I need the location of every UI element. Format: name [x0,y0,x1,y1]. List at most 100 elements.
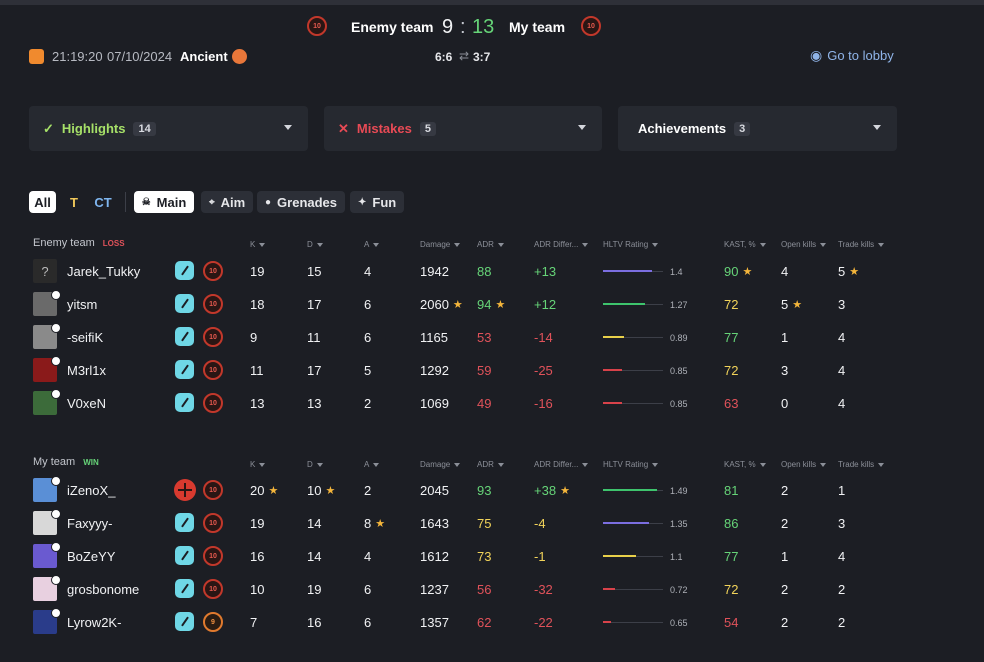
table-row[interactable]: ? Jarek_Tukky 10 19 15 4 1942 88 +13 1.4 90 ★ 4 5 ★ [0,255,984,288]
assists: 4 [364,540,371,573]
hltv-rating: 1.27 [670,299,688,310]
player-name[interactable]: iZenoX_ [67,474,115,507]
deaths-value: 17 [307,363,322,378]
kast: 77 [724,540,738,573]
player-name[interactable]: Faxyyy- [67,507,113,540]
my-team-name: My team [33,456,76,468]
tab-grenades[interactable]: ● Grenades [257,191,346,213]
kast-value: 86 [724,516,739,531]
player-name[interactable]: -seifiK [67,321,103,354]
deaths-value: 19 [307,582,322,597]
sort-icon [497,462,504,467]
player-name[interactable]: grosbonome [67,573,139,606]
player-name[interactable]: Lyrow2K- [67,606,121,639]
feather-icon [175,360,194,379]
adr-difference-value: -25 [534,363,553,378]
player-name[interactable]: Jarek_Tukky [67,255,140,288]
star-icon: ★ [325,485,336,497]
table-row[interactable]: V0xeN 10 13 13 2 1069 49 -16 0.85 63 0 4 [0,387,984,420]
player-name[interactable]: V0xeN [67,387,106,420]
damage-value: 1942 [420,264,449,279]
player-name[interactable]: BoZeYY [67,540,115,573]
column-header-adr-diff-enemy[interactable]: ADR Differ... [534,240,589,249]
deaths-value: 14 [307,516,322,531]
sort-icon [259,462,266,467]
tab-aim[interactable]: ⌖ Aim [201,191,254,213]
column-header-d[interactable]: D [307,460,323,469]
table-row[interactable]: grosbonome 10 10 19 6 1237 56 -32 0.72 72 2 2 [0,573,984,606]
table-row[interactable]: Lyrow2K- 9 7 16 6 1357 62 -22 0.65 54 2 2 [0,606,984,639]
column-header-label: KAST, % [724,460,756,469]
kills: 10 [250,573,264,606]
mistakes-count: 5 [419,121,436,136]
column-header-adr-diff-my[interactable]: ADR Differ... [534,460,589,469]
achievements-dropdown[interactable]: Achievements 3 [618,106,897,151]
player-name[interactable]: M3rl1x [67,354,106,387]
column-header-kast[interactable]: KAST, % [724,460,766,469]
side-filter-all[interactable]: All [29,191,56,213]
deaths: 17 [307,354,321,387]
tab-main-label: Main [156,194,187,210]
open-kills-value: 4 [781,264,789,279]
match-date: 07/10/2024 [107,49,173,64]
kills-value: 9 [250,330,258,345]
column-header-d[interactable]: D [307,240,323,249]
column-header-a[interactable]: A [364,460,380,469]
column-header-trade[interactable]: Trade kills [838,460,885,469]
tab-main[interactable]: ☠ Main [134,191,194,213]
column-header-adr[interactable]: ADR [477,460,504,469]
column-header-hltv[interactable]: HLTV Rating [603,240,659,249]
table-row[interactable]: -seifiK 10 9 11 6 1165 53 -14 0.89 77 1 4 [0,321,984,354]
column-header-k[interactable]: K [250,460,266,469]
kast-value: 90 [724,264,739,279]
assists-value: 4 [364,264,372,279]
hltv-bar-fill [603,621,611,623]
side-filter-ct[interactable]: CT [90,191,116,213]
star-icon: ★ [375,518,386,530]
player-name[interactable]: yitsm [67,288,97,321]
tab-fun[interactable]: ✦ Fun [350,191,405,213]
deaths: 10 ★ [307,474,335,507]
column-header-k[interactable]: K [250,240,266,249]
table-row[interactable]: M3rl1x 10 11 17 5 1292 59 -25 0.85 72 3 4 [0,354,984,387]
kast: 63 [724,387,738,420]
column-header-damage[interactable]: Damage [420,240,461,249]
party-badge-icon [51,290,61,300]
side-filter-t[interactable]: T [64,191,84,213]
avatar[interactable]: ? [33,259,57,283]
open-kills-value: 2 [781,516,789,531]
deaths: 13 [307,387,321,420]
hltv-rating: 1.1 [670,551,683,562]
go-to-lobby-link[interactable]: ◉ Go to lobby [810,47,894,64]
table-row[interactable]: Faxyyy- 10 19 14 8 ★ 1643 75 -4 1.35 86 2 3 [0,507,984,540]
table-row[interactable]: yitsm 10 18 17 6 2060 ★ 94 ★ +12 1.27 72 5 ★ 3 [0,288,984,321]
kast-value: 72 [724,363,739,378]
column-header-open[interactable]: Open kills [781,240,827,249]
column-header-label: A [364,240,370,249]
skill-level-icon: 10 [203,261,223,281]
hltv-bar-fill [603,522,649,524]
column-header-hltv[interactable]: HLTV Rating [603,460,659,469]
column-header-label: Damage [420,240,451,249]
highlights-dropdown[interactable]: ✓ Highlights 14 [29,106,308,151]
table-row[interactable]: iZenoX_ 10 20 ★ 10 ★ 2 2045 93 +38 ★ 1.49 81 2 1 [0,474,984,507]
adr-value: 73 [477,549,492,564]
open-kills-value: 1 [781,330,789,345]
column-header-kast[interactable]: KAST, % [724,240,766,249]
column-header-a[interactable]: A [364,240,380,249]
column-header-trade[interactable]: Trade kills [838,240,885,249]
assists: 4 [364,255,371,288]
assists: 6 [364,606,371,639]
column-header-open[interactable]: Open kills [781,460,827,469]
kills-value: 13 [250,396,265,411]
column-header-adr[interactable]: ADR [477,240,504,249]
skill-level-icon: 10 [203,513,223,533]
damage: 1165 [420,321,448,354]
sort-icon [497,242,504,247]
table-row[interactable]: BoZeYY 10 16 14 4 1612 73 -1 1.1 77 1 4 [0,540,984,573]
mistakes-dropdown[interactable]: ✕ Mistakes 5 [324,106,602,151]
feather-icon [175,327,194,346]
assists-value: 2 [364,396,372,411]
map-icon [232,49,247,64]
column-header-damage[interactable]: Damage [420,460,461,469]
